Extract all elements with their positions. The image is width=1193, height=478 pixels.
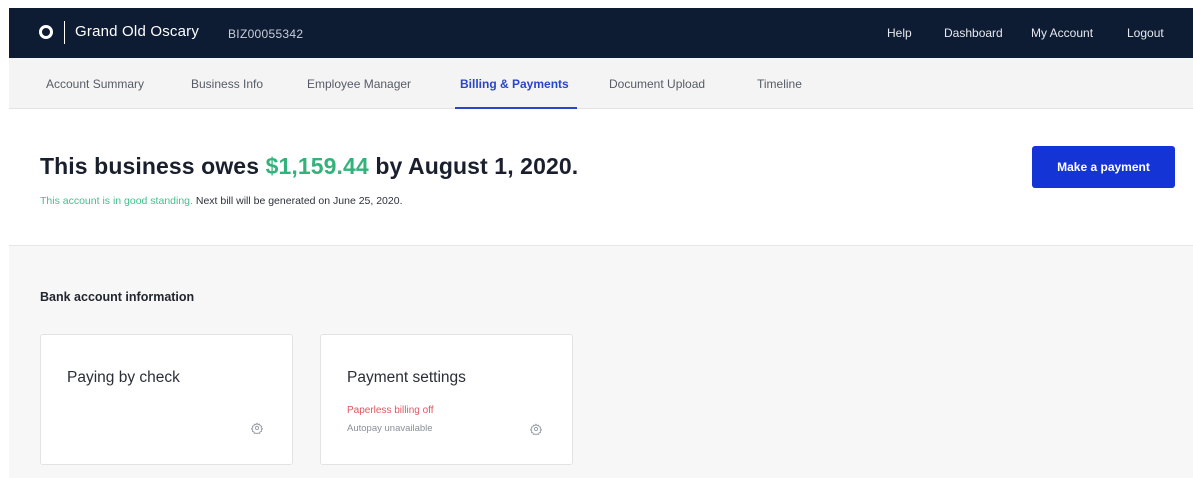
paying-by-check-card[interactable]: Paying by check [40,334,293,465]
make-payment-button[interactable]: Make a payment [1032,146,1175,188]
section-tabs: Account Summary Business Info Employee M… [9,58,1193,109]
gear-icon[interactable] [251,422,263,434]
brand-logo-icon[interactable] [39,25,53,39]
balance-headline: This business owes $1,159.44 by August 1… [40,153,578,180]
next-bill-date: Next bill will be generated on June 25, … [195,195,403,207]
card-title: Payment settings [347,369,466,386]
bank-section-title: Bank account information [40,290,195,304]
help-link[interactable]: Help [887,26,912,40]
dashboard-link[interactable]: Dashboard [944,26,1003,40]
tab-timeline[interactable]: Timeline [757,77,802,91]
my-account-link[interactable]: My Account [1031,26,1093,40]
autopay-status: Autopay unavailable [347,423,433,434]
tab-business-info[interactable]: Business Info [191,77,263,91]
logout-link[interactable]: Logout [1127,26,1164,40]
app-frame: Grand Old Oscary BIZ00055342 Help Dashbo… [9,8,1193,478]
standing-status: This account is in good standing. [40,195,193,207]
business-name: Grand Old Oscary [75,23,200,40]
card-title: Paying by check [67,369,180,386]
business-id: BIZ00055342 [228,27,304,41]
payment-settings-card[interactable]: Payment settings Paperless billing off A… [320,334,573,465]
gear-icon[interactable] [530,423,542,435]
headline-suffix: by August 1, 2020. [375,153,579,179]
tab-employee-manager[interactable]: Employee Manager [307,77,411,91]
headline-prefix: This business owes [40,153,260,179]
account-status-line: This account is in good standing. Next b… [40,195,403,207]
tab-billing-payments[interactable]: Billing & Payments [460,77,569,91]
paperless-billing-status: Paperless billing off [347,405,434,416]
tab-account-summary[interactable]: Account Summary [46,77,144,91]
amount-due: $1,159.44 [265,153,369,179]
tab-document-upload[interactable]: Document Upload [609,77,705,91]
logo-divider [64,21,65,44]
top-navigation-bar: Grand Old Oscary BIZ00055342 Help Dashbo… [9,8,1193,58]
balance-summary: This business owes $1,159.44 by August 1… [9,109,1193,246]
